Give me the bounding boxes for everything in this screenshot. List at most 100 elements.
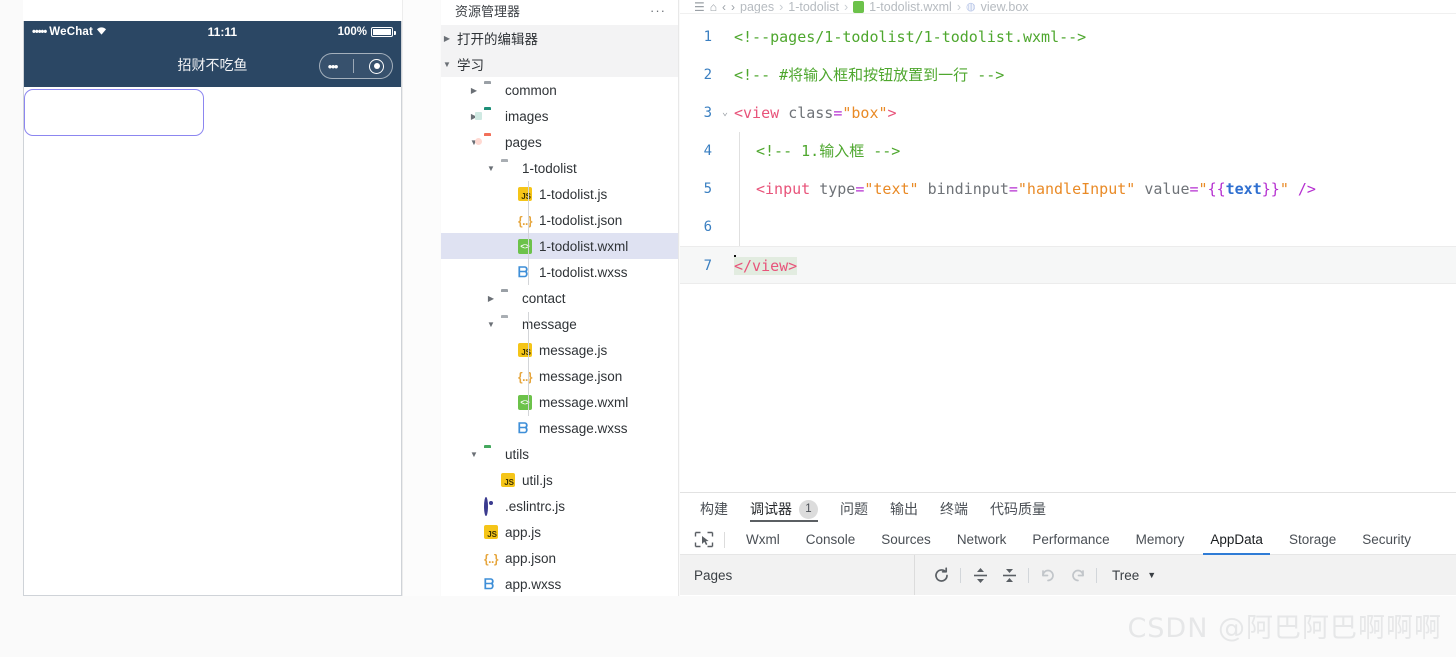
expand-all-icon[interactable] <box>970 565 990 585</box>
tree-file-row[interactable]: JS message.js <box>441 337 678 363</box>
explorer-section-1[interactable]: ▼ 学习 <box>441 51 678 77</box>
tree-item-label: message.js <box>539 342 608 358</box>
menu-dots-icon[interactable]: ••• <box>328 60 339 73</box>
tree-file-row[interactable]: JS util.js <box>441 467 678 493</box>
code-tag-close: > <box>887 104 897 122</box>
debugger-tab-2[interactable]: 问题 <box>840 493 868 525</box>
tree-folder-row[interactable]: ▼ pages <box>441 129 678 155</box>
tree-item-label: 1-todolist.json <box>539 212 623 228</box>
tree-folder-row[interactable]: ▶ images <box>441 103 678 129</box>
symbol-icon: ◍ <box>966 1 976 13</box>
json-file-icon: {..} <box>484 551 499 566</box>
tree-file-row[interactable]: {..} message.json <box>441 363 678 389</box>
breadcrumb-item-2[interactable]: 1-todolist.wxml <box>869 0 952 13</box>
breadcrumb-item-0[interactable]: pages <box>740 0 774 13</box>
collapse-all-icon[interactable] <box>999 565 1019 585</box>
explorer-section-0[interactable]: ▶ 打开的编辑器 <box>441 25 678 51</box>
tree-folder-row[interactable]: ▼ message <box>441 311 678 337</box>
outline-icon[interactable]: ☰ <box>694 0 705 13</box>
explorer-section-label: 打开的编辑器 <box>457 32 538 47</box>
debugger-tab-3[interactable]: 输出 <box>890 493 918 525</box>
code-selfclose: /> <box>1297 180 1316 198</box>
debugger-tab-1[interactable]: 调试器 1 <box>750 493 818 525</box>
tree-indent-guide <box>528 181 529 285</box>
tree-item-label: 1-todolist.js <box>539 186 608 202</box>
simulator-left-gutter <box>0 0 23 596</box>
debugger-tab-label: 输出 <box>890 501 918 517</box>
battery-icon <box>371 27 396 37</box>
bookmark-icon[interactable]: ⌂ <box>710 0 717 13</box>
tree-file-row[interactable]: .eslintrc.js <box>441 493 678 519</box>
devtools-tab-memory[interactable]: Memory <box>1123 525 1198 555</box>
tree-file-row[interactable]: JS 1-todolist.js <box>441 181 678 207</box>
status-carrier: ••••• WeChat <box>32 26 107 39</box>
page-title: 招财不吃鱼 <box>177 57 248 73</box>
code-text: <!-- 1.输入框 --> <box>756 142 901 160</box>
line-number: 3 <box>703 105 712 121</box>
code-line: 6 <box>680 208 1456 246</box>
tree-file-row[interactable]: ᗷ 1-todolist.wxss <box>441 259 678 285</box>
js-file-icon: JS <box>484 524 501 540</box>
code-mustache-open: {{ <box>1207 180 1226 198</box>
wxss-file-icon: ᗷ <box>484 575 495 592</box>
tree-file-row[interactable]: <> 1-todolist.wxml <box>441 233 678 259</box>
devtools-tab-console[interactable]: Console <box>793 525 869 555</box>
tree-item-label: utils <box>505 446 530 462</box>
folder-icon <box>484 83 501 98</box>
tree-folder-row[interactable]: ▶ common <box>441 77 678 103</box>
wxml-file-icon <box>853 0 865 13</box>
devtools-tab-storage[interactable]: Storage <box>1276 525 1349 555</box>
inspect-element-icon[interactable] <box>694 531 714 548</box>
tree-file-row[interactable]: JS app.js <box>441 519 678 545</box>
explorer-more-icon[interactable]: ··· <box>650 3 666 18</box>
refresh-icon[interactable] <box>931 565 951 585</box>
breadcrumb-item-1[interactable]: 1-todolist <box>788 0 839 13</box>
chevron-right-icon[interactable]: ▶ <box>485 294 497 303</box>
debugger-tab-0[interactable]: 构建 <box>700 493 728 525</box>
battery-percent-label: 100% <box>337 26 367 38</box>
back-arrow-icon[interactable]: ‹ <box>722 0 726 13</box>
tree-file-row[interactable]: {..} 1-todolist.json <box>441 207 678 233</box>
chevron-right-icon[interactable]: ▶ <box>441 34 453 43</box>
view-mode-dropdown[interactable]: Tree ▼ <box>1106 568 1156 583</box>
json-file-icon: {..} <box>518 369 533 384</box>
fold-toggle[interactable]: ⌄ <box>716 94 734 132</box>
forward-arrow-icon[interactable]: › <box>731 0 735 13</box>
chevron-down-icon[interactable]: ▼ <box>485 320 497 329</box>
debugger-tab-4[interactable]: 终端 <box>940 493 968 525</box>
code-string: "handleInput" <box>1017 180 1136 198</box>
devtools-tab-network[interactable]: Network <box>944 525 1020 555</box>
view-mode-label: Tree <box>1112 567 1140 583</box>
devtools-tabs: Wxml Console Sources Network Performance Memo… <box>733 525 1424 555</box>
devtools-tab-wxml[interactable]: Wxml <box>733 525 793 555</box>
devtools-tab-appdata[interactable]: AppData <box>1197 525 1276 555</box>
appdata-pages-label[interactable]: Pages <box>680 555 915 595</box>
code-line: 4 <!-- 1.输入框 --> <box>680 132 1456 170</box>
tree-file-row[interactable]: <> message.wxml <box>441 389 678 415</box>
debugger-tab-5[interactable]: 代码质量 <box>990 493 1046 525</box>
folder-icon <box>501 291 518 306</box>
wechat-capsule[interactable]: ••• <box>319 53 393 79</box>
breadcrumb-item-3[interactable]: view.box <box>981 0 1029 13</box>
debugger-panel: 构建 调试器 1 问题 输出 终端 代码质量 Wxml Console Sources Netwo… <box>680 492 1456 596</box>
devtools-tab-security[interactable]: Security <box>1349 525 1424 555</box>
devtools-tab-performance[interactable]: Performance <box>1019 525 1122 555</box>
tree-file-row[interactable]: {..} app.json <box>441 545 678 571</box>
phone-content <box>24 87 401 595</box>
redo-icon[interactable] <box>1067 565 1087 585</box>
wxss-file-icon: ᗷ <box>518 263 529 280</box>
chevron-right-icon[interactable]: ▶ <box>468 86 480 95</box>
tree-file-row[interactable]: ᗷ app.wxss <box>441 571 678 596</box>
undo-icon[interactable] <box>1038 565 1058 585</box>
todo-text-input[interactable] <box>24 89 204 136</box>
chevron-down-icon[interactable]: ▼ <box>485 164 497 173</box>
code-content[interactable]: 1 <!--pages/1-todolist/1-todolist.wxml--… <box>680 14 1456 284</box>
tree-folder-row[interactable]: ▼ utils <box>441 441 678 467</box>
tree-file-row[interactable]: ᗷ message.wxss <box>441 415 678 441</box>
tree-folder-row[interactable]: ▶ contact <box>441 285 678 311</box>
close-target-icon[interactable] <box>369 58 385 74</box>
tree-folder-row[interactable]: ▼ 1-todolist <box>441 155 678 181</box>
code-quote: " <box>1279 180 1289 198</box>
devtools-tab-sources[interactable]: Sources <box>868 525 944 555</box>
chevron-down-icon[interactable]: ▼ <box>441 60 453 69</box>
